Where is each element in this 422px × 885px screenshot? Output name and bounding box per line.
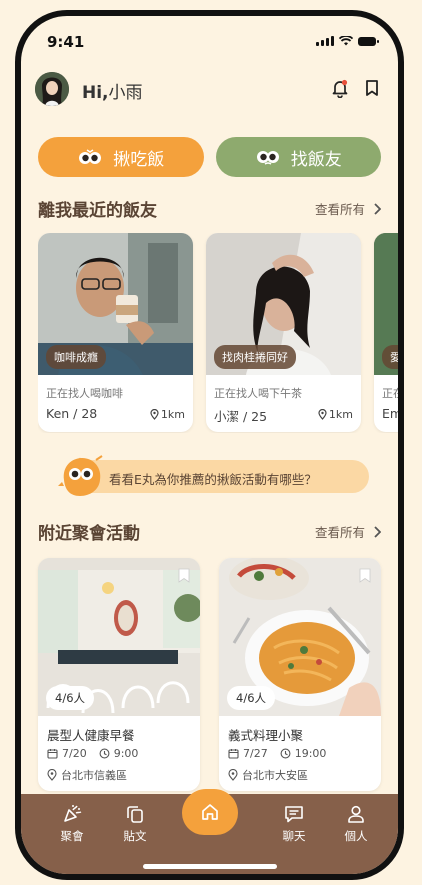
participant-count: 4/6人 (227, 686, 276, 710)
greeting-prefix: Hi, (82, 83, 109, 103)
event-title: 義式料理小聚 (228, 728, 304, 743)
event-date: 7/20 (62, 747, 87, 760)
friend-card[interactable]: 咖啡成癮 正在找人喝咖啡 Ken / 28 1km (38, 233, 193, 432)
clock-icon (99, 748, 110, 759)
home-button[interactable] (182, 789, 238, 835)
clock-icon (280, 748, 291, 759)
calendar-icon (47, 749, 58, 759)
host-meal-label: 揪吃飯 (113, 149, 165, 170)
friend-card[interactable]: 愛 正在 Em (374, 233, 403, 432)
location-pin-icon (318, 409, 327, 420)
tab-chat-label: 聊天 (282, 829, 306, 843)
distance-label: 1km (328, 408, 353, 421)
nearby-friends-see-all[interactable]: 查看所有 (315, 199, 381, 218)
location-pin-icon (47, 769, 57, 781)
chevron-right-icon (374, 202, 381, 215)
distance-label: 1km (160, 408, 185, 421)
bookmark-icon[interactable] (359, 568, 371, 583)
event-datetime: 7/20 9:00 (47, 747, 138, 760)
friend-distance: 1km (318, 408, 353, 421)
copy-icon (127, 806, 143, 823)
event-location: 台北市大安區 (228, 767, 308, 783)
find-buddy-button[interactable]: 找飯友 (215, 137, 381, 177)
friend-status: 正在 (382, 387, 403, 400)
mascot-icon (58, 455, 103, 496)
friend-status: 正在找人喝下午茶 (214, 387, 302, 400)
event-time: 9:00 (113, 747, 139, 760)
nearby-events-list: 4/6人 晨型人健康早餐 7/20 9:00 台北市信義區 4/6人 義式料理小… (38, 558, 381, 796)
home-icon (202, 804, 218, 820)
friend-name-age: 小潔 / 25 (214, 409, 268, 424)
tab-party-label: 聚會 (60, 829, 84, 843)
tab-post[interactable]: 貼文 (113, 804, 157, 844)
see-all-label: 查看所有 (314, 525, 365, 540)
notification-button[interactable] (328, 76, 352, 100)
event-location-label: 台北市大安區 (242, 769, 308, 782)
nearby-friends-title: 離我最近的飯友 (38, 201, 157, 221)
friend-card[interactable]: 找肉桂捲同好 正在找人喝下午茶 小潔 / 25 1km (206, 233, 361, 432)
participant-count: 4/6人 (46, 686, 95, 710)
chat-icon (285, 806, 303, 823)
tab-chat[interactable]: 聊天 (272, 804, 316, 844)
calendar-icon (228, 749, 239, 759)
nearby-friends-list: 咖啡成癮 正在找人喝咖啡 Ken / 28 1km 找肉桂捲同好 正在找人喝下午… (38, 233, 403, 433)
location-pin-icon (228, 769, 238, 781)
nearby-friends-header: 離我最近的飯友 查看所有 (38, 196, 381, 221)
status-bar: 9:41 (21, 16, 398, 66)
event-date: 7/27 (243, 747, 268, 760)
event-location: 台北市信義區 (47, 767, 127, 783)
nearby-events-see-all[interactable]: 查看所有 (315, 522, 381, 541)
header: Hi,小雨 (35, 72, 384, 112)
friend-name-age: Ken / 28 (46, 406, 98, 421)
signal-icon (316, 36, 334, 46)
event-time: 19:00 (294, 747, 327, 760)
tab-post-label: 貼文 (123, 829, 147, 843)
action-buttons: 揪吃飯 找飯友 (38, 137, 381, 177)
find-buddy-label: 找飯友 (290, 149, 342, 170)
wifi-icon (339, 36, 353, 46)
interest-tag: 找肉桂捲同好 (214, 345, 296, 369)
recommendation-banner[interactable]: 看看E丸為你推薦的揪飯活動有哪些？ (58, 455, 369, 496)
status-time: 9:41 (47, 33, 85, 51)
friend-status: 正在找人喝咖啡 (46, 387, 123, 400)
friend-name-age: Em (382, 406, 403, 421)
greeting: Hi,小雨 (82, 78, 143, 103)
nearby-events-header: 附近聚會活動 查看所有 (38, 519, 381, 544)
host-meal-button[interactable]: 揪吃飯 (38, 137, 204, 177)
interest-tag: 愛 (382, 345, 398, 369)
battery-icon (358, 36, 379, 46)
tab-profile[interactable]: 個人 (334, 804, 378, 844)
party-popper-icon (64, 805, 82, 822)
mascot-icon (256, 151, 279, 165)
location-pin-icon (150, 409, 159, 420)
chevron-right-icon (374, 525, 381, 538)
bookmark-icon[interactable] (178, 568, 190, 583)
event-location-label: 台北市信義區 (61, 769, 127, 782)
event-card[interactable]: 4/6人 晨型人健康早餐 7/20 9:00 台北市信義區 (38, 558, 200, 791)
bell-icon (332, 79, 348, 98)
banner-text: 看看E丸為你推薦的揪飯活動有哪些？ (109, 472, 317, 487)
tab-party[interactable]: 聚會 (50, 804, 94, 844)
tab-profile-label: 個人 (344, 829, 368, 843)
mascot-icon (79, 149, 102, 164)
home-indicator (143, 864, 277, 869)
interest-tag: 咖啡成癮 (46, 345, 106, 369)
saved-button[interactable] (360, 76, 384, 100)
friend-distance: 1km (150, 408, 185, 421)
avatar[interactable] (35, 72, 69, 106)
phone-frame: 9:41 Hi,小雨 揪吃飯 找飯友 離我最近的飯友 查看所有 咖啡成癮 正在找… (15, 10, 404, 880)
see-all-label: 查看所有 (314, 202, 365, 217)
event-card[interactable]: 4/6人 義式料理小聚 7/27 19:00 台北市大安區 (219, 558, 381, 791)
event-title: 晨型人健康早餐 (47, 728, 135, 743)
nearby-events-title: 附近聚會活動 (38, 524, 140, 544)
bookmark-icon (366, 80, 378, 96)
system-icons (316, 36, 379, 46)
user-name: 小雨 (108, 83, 143, 103)
user-icon (348, 805, 364, 823)
event-datetime: 7/27 19:00 (228, 747, 326, 760)
